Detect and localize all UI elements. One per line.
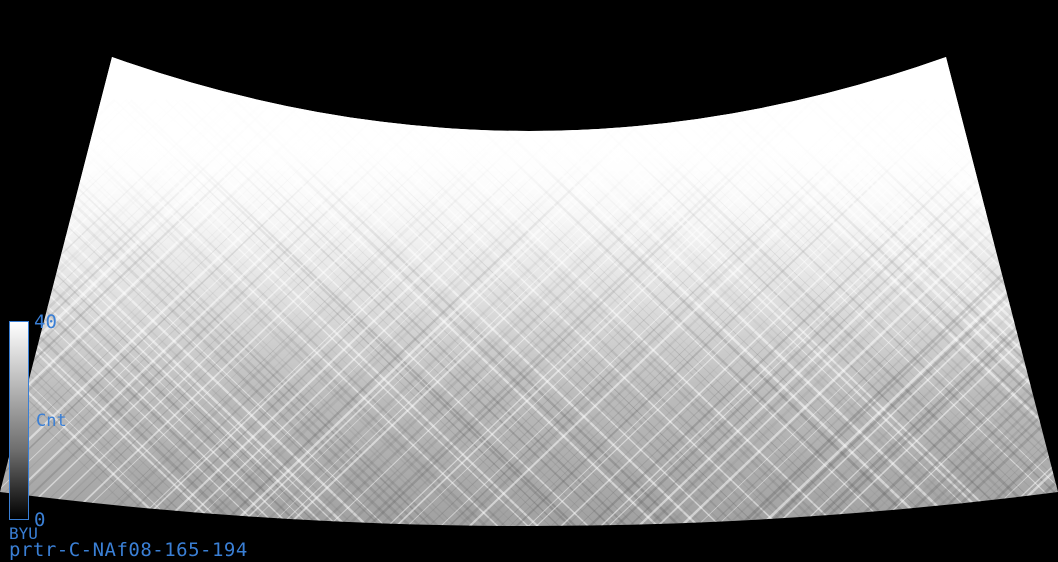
swath-image — [0, 57, 1058, 526]
colorbar — [9, 321, 29, 520]
colorbar-max-label: 40 — [34, 311, 57, 333]
product-name-label: prtr-C-NAf08-165-194 — [9, 539, 248, 561]
colorbar-unit-label: Cnt — [36, 411, 67, 431]
